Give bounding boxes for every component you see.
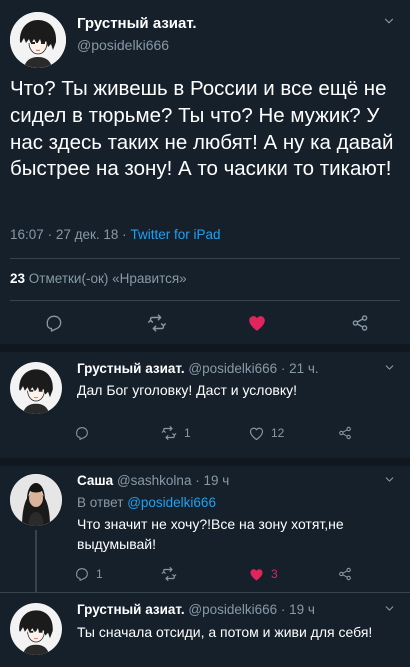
- heart-icon: [248, 425, 265, 442]
- tweet-time: 16:07: [10, 227, 44, 242]
- like-button[interactable]: 12: [248, 422, 284, 444]
- retweet-icon: [146, 312, 168, 334]
- retweet-button[interactable]: [146, 312, 168, 334]
- likes-summary[interactable]: 23 Отметки(-ок) «Нравится»: [10, 271, 187, 286]
- reply-header: Грустный азиат. @posidelki666 · 21 ч.: [77, 361, 319, 376]
- author-handle[interactable]: @posidelki666: [77, 37, 169, 53]
- reply-text: Дал Бог уголовку! Даст и условку!: [77, 382, 298, 398]
- author-handle[interactable]: @sashkolna · 19 ч: [117, 473, 229, 488]
- meta-separator: ·: [122, 227, 127, 242]
- retweet-icon: [160, 424, 178, 442]
- divider: [10, 258, 400, 259]
- share-button[interactable]: [350, 312, 370, 334]
- author-handle[interactable]: @posidelki666 · 21 ч.: [188, 361, 318, 376]
- share-button[interactable]: [337, 422, 353, 444]
- divider: [10, 300, 400, 301]
- reply-tweet[interactable]: Грустный азиат. @posidelki666 · 21 ч. Да…: [0, 352, 410, 460]
- share-icon: [350, 313, 370, 333]
- section-separator: [0, 458, 410, 466]
- author-name[interactable]: Грустный азиат.: [77, 15, 197, 32]
- author-name[interactable]: Грустный азиат.: [77, 602, 185, 617]
- avatar-image: [10, 362, 62, 414]
- like-count: 3: [271, 567, 278, 581]
- heart-icon: [246, 312, 268, 334]
- like-button[interactable]: 3: [248, 563, 278, 585]
- avatar-image: [10, 12, 66, 68]
- tweet-source[interactable]: Twitter for iPad: [130, 227, 220, 242]
- reply-to-prefix: В ответ: [77, 495, 124, 510]
- avatar[interactable]: [10, 12, 66, 68]
- reply-text: Что значит не хочу?!Все на зону хотят,не…: [77, 516, 344, 552]
- share-icon: [337, 425, 353, 441]
- reply-icon: [74, 566, 90, 582]
- tweet-meta: 16:07 · 27 дек. 18 · Twitter for iPad: [10, 227, 220, 242]
- author-name[interactable]: Грустный азиат.: [77, 361, 185, 376]
- reply-button[interactable]: [74, 422, 90, 444]
- chevron-down-icon[interactable]: [382, 14, 396, 31]
- tweet-text: Что? Ты живешь в России и все ещё не сид…: [10, 77, 394, 181]
- section-separator: [0, 344, 410, 352]
- retweet-count: 1: [184, 426, 191, 440]
- meta-separator: ·: [47, 227, 53, 242]
- chevron-down-icon[interactable]: [383, 602, 396, 618]
- share-icon: [337, 566, 353, 582]
- reply-tweet[interactable]: Саша @sashkolna · 19 ч В ответ @posidelk…: [0, 466, 410, 592]
- thread-line: [35, 530, 37, 592]
- reply-icon: [74, 425, 90, 441]
- retweet-icon: [160, 565, 178, 583]
- avatar-image: [10, 603, 62, 655]
- reply-icon: [44, 313, 64, 333]
- reply-to-handle[interactable]: @posidelki666: [127, 495, 216, 510]
- author-handle[interactable]: @posidelki666 · 19 ч: [188, 602, 315, 617]
- heart-icon: [248, 566, 265, 583]
- main-tweet: Грустный азиат. @posidelki666 Что? Ты жи…: [0, 0, 410, 350]
- reply-text: Ты сначала отсиди, а потом и живи для се…: [77, 624, 373, 640]
- chevron-down-icon[interactable]: [383, 473, 396, 489]
- reply-header: Саша @sashkolna · 19 ч: [77, 473, 229, 488]
- share-button[interactable]: [337, 563, 353, 585]
- author-name[interactable]: Саша: [77, 473, 113, 488]
- chevron-down-icon[interactable]: [383, 361, 396, 377]
- reply-tweet[interactable]: Грустный азиат. @posidelki666 · 19 ч Ты …: [0, 593, 410, 667]
- avatar-image: [10, 474, 62, 526]
- tweet-date[interactable]: 27 дек. 18: [56, 227, 119, 242]
- reply-count: 1: [96, 567, 103, 581]
- like-button[interactable]: [246, 312, 268, 334]
- retweet-button[interactable]: 1: [160, 422, 191, 444]
- avatar[interactable]: [10, 474, 62, 526]
- tweet-actions: [0, 306, 410, 342]
- reply-button[interactable]: [44, 312, 64, 334]
- likes-label: Отметки(-ок) «Нравится»: [28, 271, 187, 286]
- avatar[interactable]: [10, 603, 62, 655]
- avatar[interactable]: [10, 362, 62, 414]
- like-count: 12: [271, 426, 285, 440]
- reply-to-line: В ответ @posidelki666: [77, 493, 382, 513]
- reply-button[interactable]: 1: [74, 563, 103, 585]
- retweet-button[interactable]: [160, 563, 178, 585]
- likes-count: 23: [10, 271, 26, 286]
- reply-header: Грустный азиат. @posidelki666 · 19 ч: [77, 602, 315, 617]
